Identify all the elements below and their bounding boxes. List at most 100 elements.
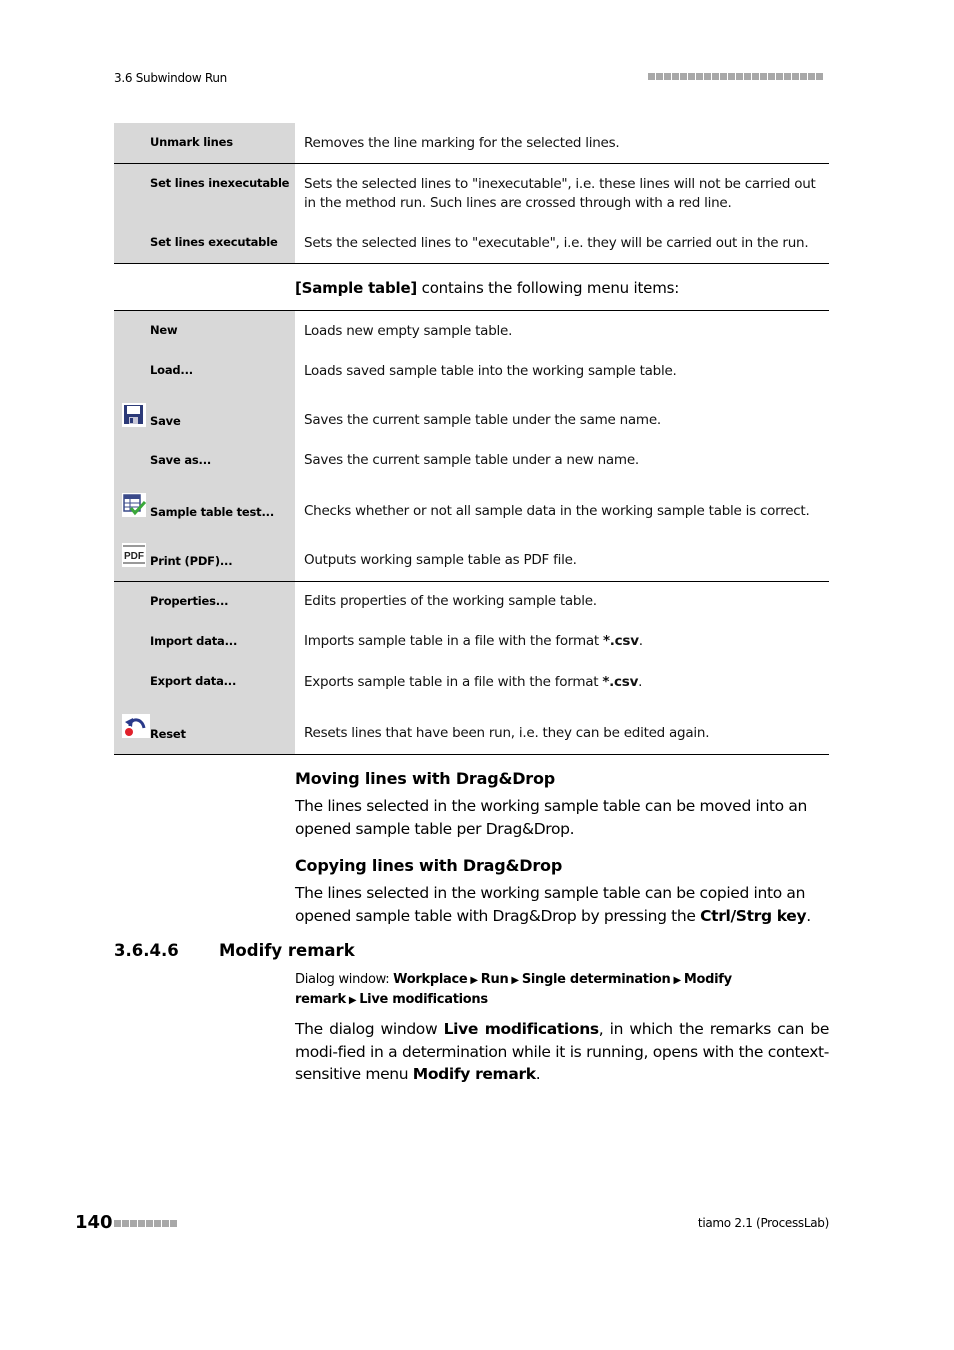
dialog-name: Live modifications xyxy=(443,1020,600,1038)
section-number: 3.6.4.6 xyxy=(114,941,179,960)
decoration-square xyxy=(704,73,711,80)
menu-item-save-as: Save as... xyxy=(150,453,212,467)
modify-remark-text: The dialog window Live modifications, in… xyxy=(295,1018,829,1086)
table-check-icon xyxy=(122,493,147,517)
decoration-square xyxy=(664,73,671,80)
decoration-square xyxy=(744,73,751,80)
reset-icon xyxy=(122,714,150,738)
svg-text:PDF: PDF xyxy=(124,551,144,562)
path-item: Single determination xyxy=(521,972,671,987)
table1-label: Set lines executable xyxy=(150,235,278,249)
menu-item-description: Edits properties of the working sample t… xyxy=(304,593,597,609)
description-text: . xyxy=(638,633,643,649)
path-item: Run xyxy=(480,972,509,987)
product-name: tiamo 2.1 (ProcessLab) xyxy=(697,1216,829,1230)
decoration-square xyxy=(696,73,703,80)
decoration-square xyxy=(680,73,687,80)
moving-lines-text: The lines selected in the working sample… xyxy=(295,797,807,838)
description-text: Imports sample table in a file with the … xyxy=(304,633,603,649)
menu-item-description: Outputs working sample table as PDF file… xyxy=(304,552,577,568)
decoration-square xyxy=(688,73,695,80)
copying-lines-heading: Copying lines with Drag&Drop xyxy=(295,856,563,875)
decoration-square xyxy=(138,1220,145,1227)
decoration-square xyxy=(776,73,783,80)
table2-label-column xyxy=(114,311,295,581)
decoration-square xyxy=(760,73,767,80)
description-text: Exports sample table in a file with the … xyxy=(304,674,603,690)
menu-item-reset: Reset xyxy=(150,727,186,741)
triangle-right-icon: ▶ xyxy=(348,995,357,1006)
table1-label: Unmark lines xyxy=(150,135,233,149)
key-name: Ctrl/Strg key xyxy=(700,906,807,925)
decoration-square xyxy=(712,73,719,80)
decoration-square xyxy=(792,73,799,80)
decoration-square xyxy=(800,73,807,80)
table1-description: Sets the selected lines to "executable",… xyxy=(304,235,809,251)
menu-item-description: Saves the current sample table under the… xyxy=(304,412,661,428)
dialog-path-label: Dialog window: xyxy=(295,972,394,987)
menu-item-description: Loads saved sample table into the workin… xyxy=(304,363,677,379)
triangle-right-icon: ▶ xyxy=(673,975,681,986)
running-header-section: 3.6 Subwindow Run xyxy=(114,71,227,85)
footer-decoration xyxy=(114,1220,177,1227)
file-format: *.csv xyxy=(602,633,639,649)
decoration-square xyxy=(752,73,759,80)
decoration-square xyxy=(784,73,791,80)
menu-item-description: Imports sample table in a file with the … xyxy=(304,632,829,651)
menu-item-new: New xyxy=(150,323,178,337)
header-decoration xyxy=(648,73,823,80)
table3-bottom-border xyxy=(114,754,829,755)
copying-text: . xyxy=(806,906,811,925)
menu-item-export-data: Export data... xyxy=(150,674,237,688)
description-text: . xyxy=(638,674,643,690)
table1-divider xyxy=(114,163,829,164)
file-format: *.csv xyxy=(602,674,639,690)
menu-item-description: Exports sample table in a file with the … xyxy=(304,673,829,692)
table1-description: Sets the selected lines to "inexecutable… xyxy=(304,176,816,211)
decoration-square xyxy=(728,73,735,80)
decoration-square xyxy=(768,73,775,80)
decoration-square xyxy=(130,1220,137,1227)
pdf-icon: PDF xyxy=(122,543,146,567)
decoration-square xyxy=(808,73,815,80)
path-item: Workplace xyxy=(393,972,468,987)
dialog-path: Dialog window: Workplace ▶ Run ▶ Single dete… xyxy=(295,970,829,1010)
page-number: 140 xyxy=(75,1212,113,1233)
decoration-square xyxy=(656,73,663,80)
decoration-square xyxy=(154,1220,161,1227)
menu-item-description: Loads new empty sample table. xyxy=(304,323,513,339)
para-text: The dialog window xyxy=(295,1020,444,1038)
table1-label: Set lines inexecutable xyxy=(150,176,290,190)
menu-item-save: Save xyxy=(150,414,181,428)
menu-item-description: Saves the current sample table under a n… xyxy=(304,452,639,468)
triangle-right-icon: ▶ xyxy=(511,975,519,986)
moving-lines-heading: Moving lines with Drag&Drop xyxy=(295,769,556,788)
decoration-square xyxy=(170,1220,177,1227)
menu-item-sample-table-test: Sample table test... xyxy=(150,505,274,519)
menu-name: Modify remark xyxy=(412,1065,536,1083)
decoration-square xyxy=(720,73,727,80)
decoration-square xyxy=(648,73,655,80)
copying-lines-text: The lines selected in the working sample… xyxy=(295,882,829,927)
menu-item-description: Resets lines that have been run, i.e. th… xyxy=(304,725,710,741)
menu-item-load: Load... xyxy=(150,363,193,377)
decoration-square xyxy=(146,1220,153,1227)
menu-item-properties: Properties... xyxy=(150,594,229,608)
decoration-square xyxy=(122,1220,129,1227)
sample-table-menu-name: [Sample table] xyxy=(295,279,418,297)
floppy-disk-icon xyxy=(122,403,146,427)
decoration-square xyxy=(672,73,679,80)
menu-item-print-pdf: Print (PDF)... xyxy=(150,554,233,568)
decoration-square xyxy=(736,73,743,80)
para-text: . xyxy=(535,1065,541,1083)
table1-description: Removes the line marking for the selecte… xyxy=(304,135,620,151)
table1-bottom-border xyxy=(114,263,829,264)
menu-item-import-data: Import data... xyxy=(150,634,238,648)
triangle-right-icon: ▶ xyxy=(470,975,478,986)
section-title: Modify remark xyxy=(219,941,355,960)
decoration-square xyxy=(114,1220,121,1227)
menu-item-description: Checks whether or not all sample data in… xyxy=(304,503,810,519)
sample-table-intro: [Sample table] contains the following me… xyxy=(295,279,679,297)
intro-text: contains the following menu items: xyxy=(417,279,680,297)
decoration-square xyxy=(816,73,823,80)
